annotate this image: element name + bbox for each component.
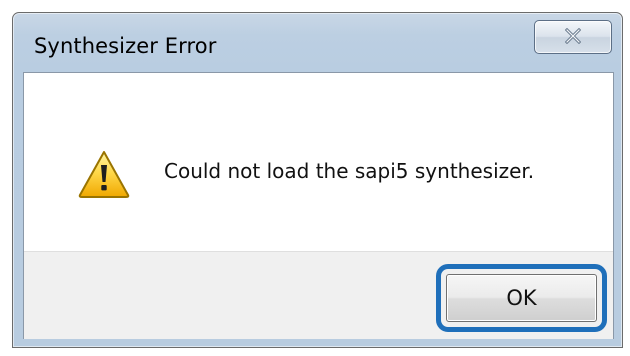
error-message: Could not load the sapi5 synthesizer.	[164, 159, 535, 183]
warning-icon	[77, 149, 131, 199]
error-dialog: Synthesizer Error Could not load the sap…	[12, 12, 623, 348]
message-area: Could not load the sapi5 synthesizer.	[24, 73, 613, 251]
ok-button[interactable]: OK	[446, 274, 597, 322]
dialog-content: Could not load the sapi5 synthesizer. OK	[23, 72, 614, 339]
page: Synthesizer Error Could not load the sap…	[0, 0, 630, 356]
title-bar[interactable]: Synthesizer Error	[13, 13, 622, 71]
close-button[interactable]	[534, 20, 612, 54]
dialog-title: Synthesizer Error	[34, 34, 217, 58]
close-icon	[564, 27, 582, 47]
